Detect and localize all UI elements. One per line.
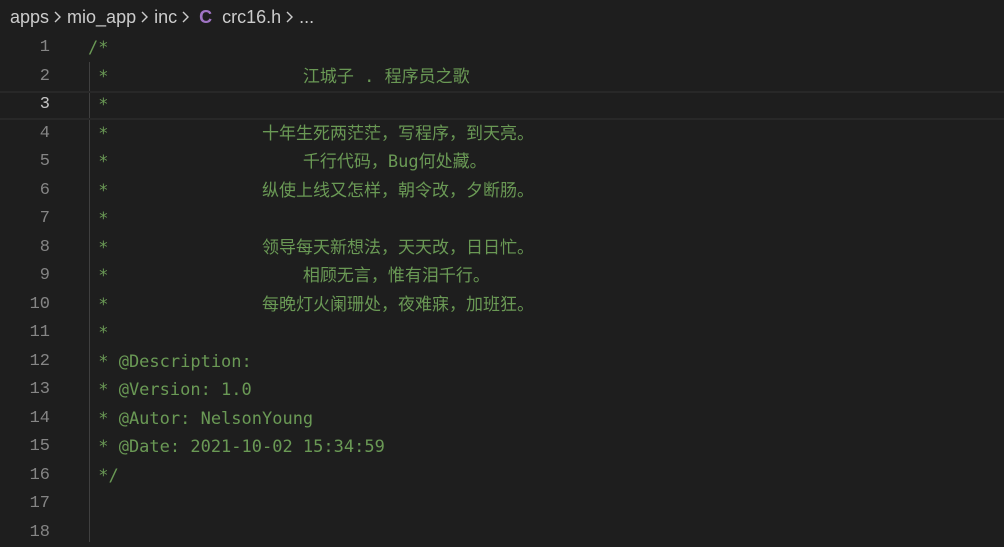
line-number: 1 <box>0 34 50 63</box>
code-text[interactable]: */ <box>88 462 119 491</box>
code-line[interactable]: 7 * <box>0 205 1004 234</box>
line-number: 5 <box>0 148 50 177</box>
line-number: 11 <box>0 319 50 348</box>
line-number: 8 <box>0 234 50 263</box>
code-text[interactable]: * <box>88 91 108 120</box>
chevron-right-icon <box>281 0 299 34</box>
code-text[interactable]: * @Date: 2021-10-02 15:34:59 <box>88 433 385 462</box>
code-text[interactable]: * 每晚灯火阑珊处，夜难寐，加班狂。 <box>88 291 534 320</box>
breadcrumb-item-inc[interactable]: inc <box>154 7 177 28</box>
code-line[interactable]: 5 * 千行代码，Bug何处藏。 <box>0 148 1004 177</box>
chevron-right-icon <box>136 0 154 34</box>
code-line[interactable]: 16 */ <box>0 462 1004 491</box>
line-number: 18 <box>0 519 50 547</box>
line-number: 12 <box>0 348 50 377</box>
code-line[interactable]: 17 <box>0 490 1004 519</box>
breadcrumb-item-more[interactable]: ... <box>299 7 314 28</box>
code-line[interactable]: 15 * @Date: 2021-10-02 15:34:59 <box>0 433 1004 462</box>
code-line[interactable]: 11 * <box>0 319 1004 348</box>
code-text[interactable]: * 纵使上线又怎样，朝令改，夕断肠。 <box>88 177 534 206</box>
line-number: 3 <box>0 91 50 120</box>
chevron-right-icon <box>49 0 67 34</box>
code-line[interactable]: 4 * 十年生死两茫茫，写程序，到天亮。 <box>0 120 1004 149</box>
line-number: 7 <box>0 205 50 234</box>
code-text[interactable]: * @Version: 1.0 <box>88 376 252 405</box>
line-number: 4 <box>0 120 50 149</box>
code-line[interactable]: 9 * 相顾无言，惟有泪千行。 <box>0 262 1004 291</box>
code-text[interactable]: * 千行代码，Bug何处藏。 <box>88 148 487 177</box>
line-number: 14 <box>0 405 50 434</box>
line-number: 16 <box>0 462 50 491</box>
code-line[interactable]: 8 * 领导每天新想法，天天改，日日忙。 <box>0 234 1004 263</box>
code-text[interactable]: /* <box>88 34 108 63</box>
code-text[interactable]: * @Description: <box>88 348 252 377</box>
code-line[interactable]: 14 * @Autor: NelsonYoung <box>0 405 1004 434</box>
code-editor[interactable]: 1/*2 * 江城子 . 程序员之歌3 *4 * 十年生死两茫茫，写程序，到天亮… <box>0 34 1004 541</box>
code-line[interactable]: 12 * @Description: <box>0 348 1004 377</box>
line-number: 9 <box>0 262 50 291</box>
code-text[interactable]: * 相顾无言，惟有泪千行。 <box>88 262 490 291</box>
c-language-icon: C <box>199 7 212 28</box>
code-line[interactable]: 3 * <box>0 91 1004 120</box>
code-text[interactable]: * 十年生死两茫茫，写程序，到天亮。 <box>88 120 534 149</box>
code-text[interactable]: * <box>88 205 108 234</box>
breadcrumb-item-mio-app[interactable]: mio_app <box>67 7 136 28</box>
code-line[interactable]: 10 * 每晚灯火阑珊处，夜难寐，加班狂。 <box>0 291 1004 320</box>
breadcrumb: apps mio_app inc C crc16.h ... <box>0 0 1004 34</box>
line-number: 10 <box>0 291 50 320</box>
code-line[interactable]: 2 * 江城子 . 程序员之歌 <box>0 63 1004 92</box>
line-number: 13 <box>0 376 50 405</box>
code-line[interactable]: 6 * 纵使上线又怎样，朝令改，夕断肠。 <box>0 177 1004 206</box>
line-number: 17 <box>0 490 50 519</box>
breadcrumb-item-file[interactable]: crc16.h <box>222 7 281 28</box>
code-text[interactable]: * 领导每天新想法，天天改，日日忙。 <box>88 234 534 263</box>
chevron-right-icon <box>177 0 195 34</box>
code-text[interactable]: * <box>88 319 108 348</box>
code-text[interactable]: * 江城子 . 程序员之歌 <box>88 63 470 92</box>
code-line[interactable]: 18 <box>0 519 1004 547</box>
line-number: 6 <box>0 177 50 206</box>
breadcrumb-item-apps[interactable]: apps <box>10 7 49 28</box>
line-number: 15 <box>0 433 50 462</box>
code-text[interactable]: * @Autor: NelsonYoung <box>88 405 313 434</box>
line-number: 2 <box>0 63 50 92</box>
code-line[interactable]: 1 /* <box>0 34 1004 63</box>
code-line[interactable]: 13 * @Version: 1.0 <box>0 376 1004 405</box>
